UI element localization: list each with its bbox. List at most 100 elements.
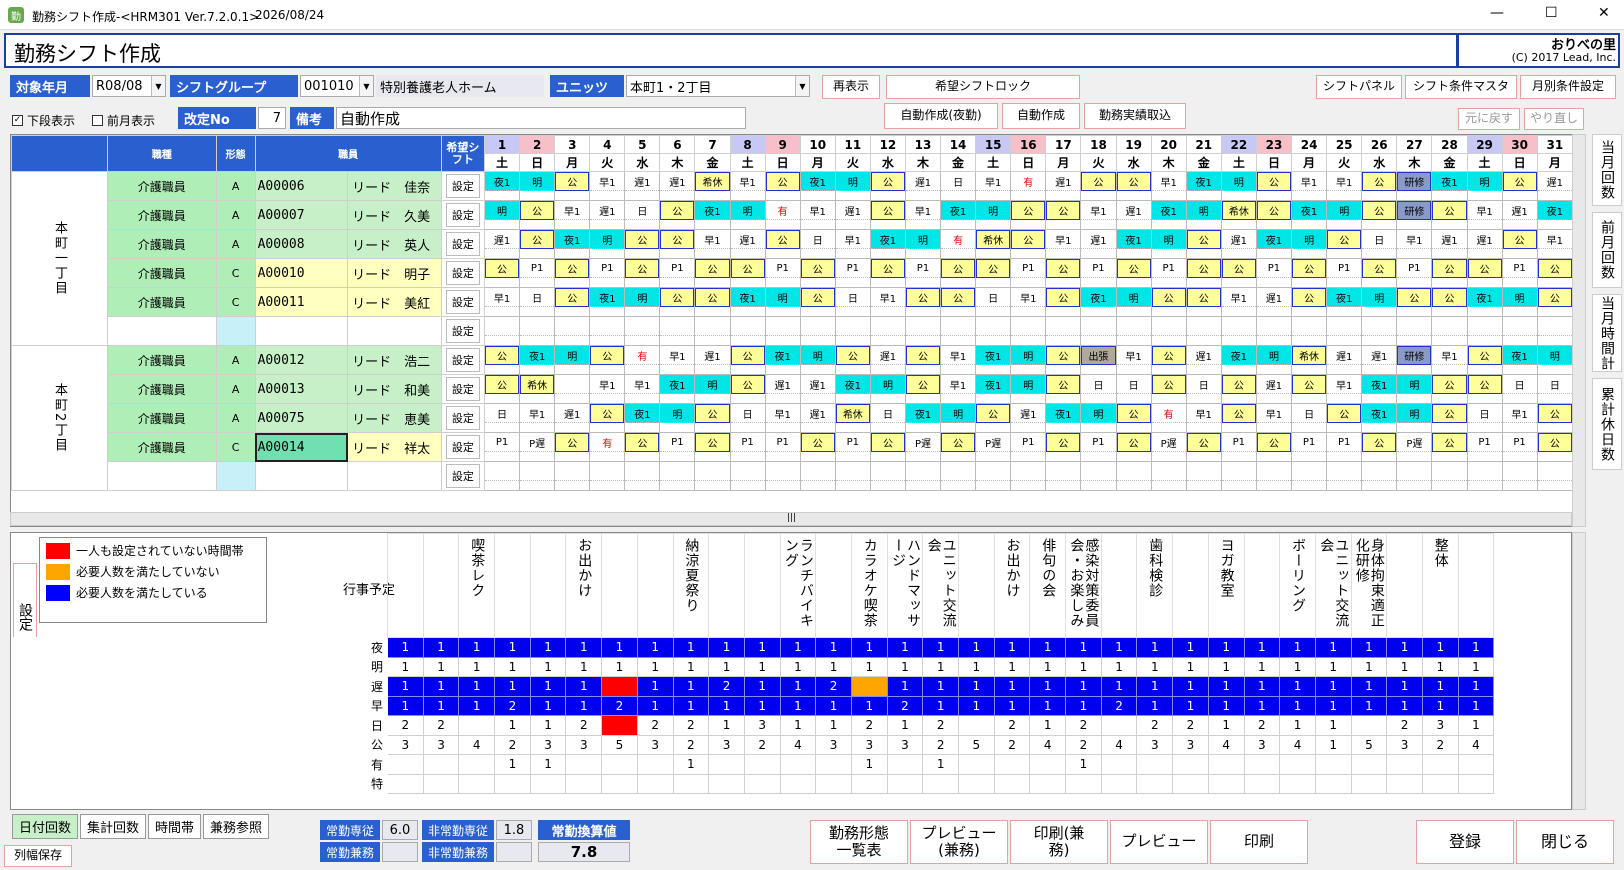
staff-id-cell[interactable]: A00012 bbox=[254, 345, 349, 375]
shift-cell[interactable] bbox=[940, 316, 977, 346]
shift-cell[interactable] bbox=[869, 316, 906, 346]
shift-cell[interactable] bbox=[1536, 316, 1573, 346]
shift-cell[interactable]: P遅 bbox=[1150, 432, 1187, 462]
request-setting-button[interactable]: 設定 bbox=[445, 377, 480, 401]
shift-cell[interactable]: 公 bbox=[624, 258, 661, 288]
job-cell[interactable] bbox=[107, 461, 217, 491]
shift-cell[interactable]: 公 bbox=[1466, 374, 1503, 404]
shift-cell[interactable]: 希休 bbox=[1290, 345, 1328, 375]
shift-cell[interactable]: 夜1 bbox=[904, 403, 942, 433]
shift-cell[interactable]: 早1 bbox=[1290, 171, 1328, 201]
shift-cell[interactable]: 公 bbox=[1290, 258, 1328, 288]
shift-cell[interactable]: 公 bbox=[869, 200, 906, 230]
shift-cell[interactable]: 明 bbox=[1326, 200, 1363, 230]
shift-panel-button[interactable]: シフトパネル bbox=[1316, 75, 1402, 99]
tab-cumulative-holidays[interactable]: 累計休日数 bbox=[1592, 378, 1622, 470]
shift-cell[interactable]: 公 bbox=[554, 287, 591, 317]
redo-button[interactable]: やり直し bbox=[1524, 108, 1584, 130]
shift-cell[interactable]: 夜1 bbox=[1150, 200, 1187, 230]
shift-cell[interactable]: 公 bbox=[975, 403, 1012, 433]
shift-cell[interactable]: 夜1 bbox=[483, 171, 521, 201]
shift-cell[interactable]: 遅1 bbox=[1326, 345, 1363, 375]
shift-cell[interactable] bbox=[624, 461, 661, 491]
shift-cell[interactable]: P遅 bbox=[519, 432, 556, 462]
shift-cell[interactable]: 公 bbox=[940, 287, 977, 317]
shift-cell[interactable]: P1 bbox=[764, 258, 801, 288]
shift-cell[interactable]: 希休 bbox=[519, 374, 556, 404]
job-cell[interactable]: 介護職員 bbox=[107, 171, 217, 201]
job-cell[interactable]: 介護職員 bbox=[107, 258, 217, 288]
shift-cell[interactable] bbox=[1361, 316, 1398, 346]
shift-cell[interactable]: 公 bbox=[694, 432, 731, 462]
shift-cell[interactable]: 明 bbox=[694, 374, 731, 404]
shift-cell[interactable]: 公 bbox=[1185, 432, 1222, 462]
shift-cell[interactable]: 公 bbox=[694, 258, 731, 288]
shift-cell[interactable]: 公 bbox=[764, 171, 801, 201]
shift-cell[interactable]: 希休 bbox=[975, 229, 1012, 259]
shift-cell[interactable]: 明 bbox=[834, 171, 871, 201]
job-cell[interactable]: 介護職員 bbox=[107, 345, 217, 375]
vertical-scrollbar[interactable] bbox=[1572, 134, 1586, 527]
shift-cell[interactable]: 夜1 bbox=[1255, 229, 1292, 259]
shift-cell[interactable] bbox=[554, 316, 591, 346]
shift-cell[interactable]: 公 bbox=[834, 345, 871, 375]
shift-cell[interactable]: 明 bbox=[764, 287, 801, 317]
shift-cell[interactable]: 明 bbox=[483, 200, 521, 230]
shift-cell[interactable]: 公 bbox=[1045, 374, 1082, 404]
shift-cell[interactable]: 早1 bbox=[624, 374, 661, 404]
shift-cell[interactable]: 公 bbox=[1045, 258, 1082, 288]
shift-cell[interactable]: 夜1 bbox=[1290, 200, 1328, 230]
shift-cell[interactable]: P1 bbox=[1010, 258, 1047, 288]
job-cell[interactable]: 介護職員 bbox=[107, 403, 217, 433]
shift-cell[interactable]: P遅 bbox=[975, 432, 1012, 462]
shift-cell[interactable]: 公 bbox=[1431, 432, 1468, 462]
shift-cell[interactable]: 明 bbox=[1185, 200, 1222, 230]
shift-cell[interactable] bbox=[1045, 316, 1082, 346]
shift-cell[interactable]: 公 bbox=[1361, 171, 1398, 201]
shift-cell[interactable]: 早1 bbox=[554, 200, 591, 230]
shift-cell[interactable]: 公 bbox=[869, 171, 906, 201]
shift-cell[interactable]: 遅1 bbox=[1010, 403, 1047, 433]
shift-cell[interactable]: 日 bbox=[624, 200, 661, 230]
shift-cell[interactable] bbox=[659, 461, 696, 491]
shift-cell[interactable]: 公 bbox=[554, 171, 591, 201]
shift-cell[interactable]: 明 bbox=[554, 345, 591, 375]
shift-cell[interactable]: 公 bbox=[1220, 403, 1257, 433]
shift-cell[interactable] bbox=[1501, 461, 1538, 491]
shift-cell[interactable]: 早1 bbox=[694, 229, 731, 259]
shift-cell[interactable]: 夜1 bbox=[869, 229, 906, 259]
shift-cell[interactable] bbox=[1150, 316, 1187, 346]
shift-cell[interactable]: P1 bbox=[1220, 432, 1257, 462]
request-setting-cell[interactable]: 設定 bbox=[440, 374, 486, 404]
shift-cell[interactable]: 遅1 bbox=[799, 403, 836, 433]
shift-cell[interactable]: P1 bbox=[1326, 258, 1363, 288]
shift-cell[interactable] bbox=[1115, 461, 1152, 491]
shift-cell[interactable]: 夜1 bbox=[1431, 171, 1468, 201]
shift-cell[interactable]: 早1 bbox=[1220, 287, 1257, 317]
staff-id-cell[interactable]: A00010 bbox=[254, 258, 349, 288]
staff-name-cell[interactable] bbox=[347, 461, 442, 491]
shift-cell[interactable]: 公 bbox=[1536, 287, 1573, 317]
shift-cell[interactable]: 日 bbox=[519, 287, 556, 317]
shift-cell[interactable]: 夜1 bbox=[1220, 345, 1257, 375]
form-cell[interactable]: A bbox=[215, 403, 256, 433]
shift-cell[interactable] bbox=[554, 374, 591, 404]
shift-cell[interactable]: 公 bbox=[799, 287, 836, 317]
shift-cell[interactable]: 日 bbox=[1501, 374, 1538, 404]
shift-cell[interactable]: 公 bbox=[624, 229, 661, 259]
shift-cell[interactable]: 遅1 bbox=[1361, 345, 1398, 375]
shift-cell[interactable]: P遅 bbox=[904, 432, 942, 462]
shift-cell[interactable]: 遅1 bbox=[904, 171, 942, 201]
shift-cell[interactable]: 明 bbox=[799, 345, 836, 375]
request-setting-cell[interactable]: 設定 bbox=[440, 432, 486, 462]
shift-cell[interactable] bbox=[483, 316, 521, 346]
shift-cell[interactable]: 公 bbox=[1326, 403, 1363, 433]
shift-cell[interactable]: 明 bbox=[1396, 374, 1433, 404]
shift-cell[interactable]: 夜1 bbox=[694, 200, 731, 230]
shift-cell[interactable]: P1 bbox=[659, 258, 696, 288]
shift-cell[interactable] bbox=[1080, 461, 1117, 491]
shift-cell[interactable]: 明 bbox=[1150, 229, 1187, 259]
shift-cell[interactable]: 夜1 bbox=[1501, 345, 1538, 375]
shift-cell[interactable] bbox=[1431, 461, 1468, 491]
shift-cell[interactable]: 公 bbox=[1536, 258, 1573, 288]
